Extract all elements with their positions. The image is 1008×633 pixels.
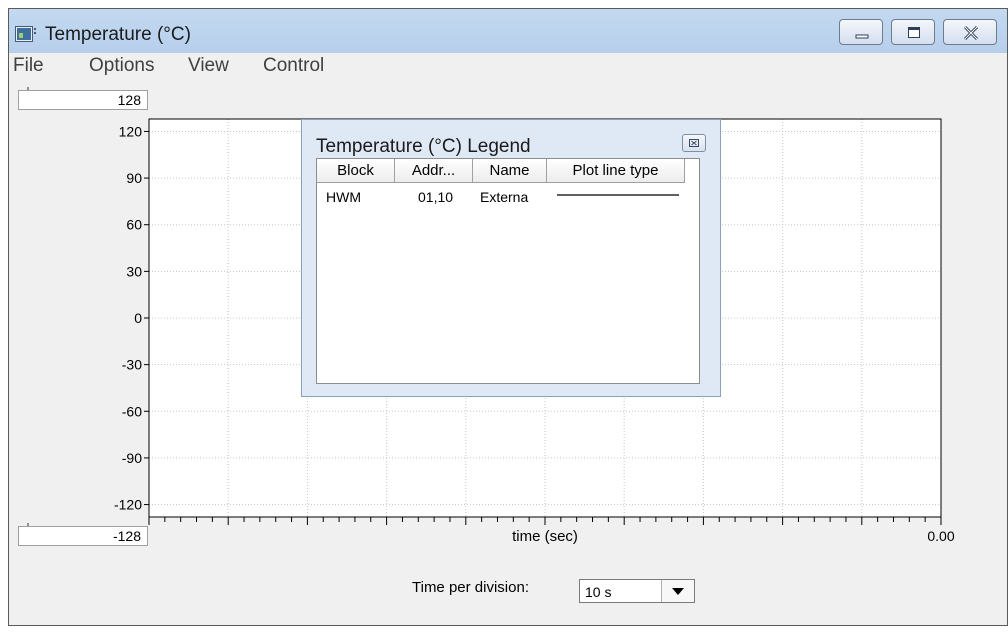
legend-cell-addr: 01,10 [418,189,454,205]
minimize-icon [855,34,869,39]
time-per-division-value: 10 s [585,584,612,600]
legend-cell-block: HWM [326,189,361,205]
y-tick-label: 0 [134,310,142,326]
close-icon [689,139,699,147]
y-tick-label: 30 [126,263,142,279]
y-tick-label: -90 [122,450,142,466]
maximize-button[interactable] [891,19,935,45]
menu-options[interactable]: Options [89,55,154,77]
minimize-button[interactable] [839,19,883,45]
close-button[interactable] [943,19,997,45]
chevron-down-icon[interactable] [661,580,694,602]
x-axis-label: time (sec) [512,528,578,545]
temperature-window: Temperature (°C) File Options View Contr… [8,8,1008,626]
x-end-tick-label: 0.00 [927,528,954,544]
close-icon [963,25,979,41]
menu-view[interactable]: View [188,55,229,77]
y-tick-label: 120 [119,123,143,139]
legend-close-button[interactable] [682,134,706,152]
column-header-name[interactable]: Name [473,159,547,183]
y-tick-label: -30 [122,357,142,373]
menu-bar: File Options View Control [9,53,1007,79]
column-header-addr[interactable]: Addr... [395,159,473,183]
time-per-division-select[interactable]: 10 s [579,579,695,603]
y-tick-label: 60 [126,217,142,233]
title-bar[interactable]: Temperature (°C) [9,9,1007,53]
maximize-icon [908,27,920,38]
time-per-division-label: Time per division: [412,579,529,596]
window-title: Temperature (°C) [45,24,191,45]
legend-table: Block Addr... Name Plot line type HWM 01… [316,158,700,384]
app-icon [15,26,36,42]
legend-window[interactable]: Temperature (°C) Legend Block Addr... Na… [301,119,721,397]
y-tick-label: -60 [122,403,142,419]
plot-line-sample [557,194,679,196]
menu-control[interactable]: Control [263,55,324,77]
legend-cell-name: Externa [480,189,529,205]
legend-title: Temperature (°C) Legend [316,136,531,157]
y-tick-label: 90 [126,170,142,186]
column-header-block[interactable]: Block [317,159,395,183]
y-tick-label: -120 [114,497,142,513]
menu-file[interactable]: File [13,55,44,77]
column-header-plot-line-type[interactable]: Plot line type [547,159,685,183]
